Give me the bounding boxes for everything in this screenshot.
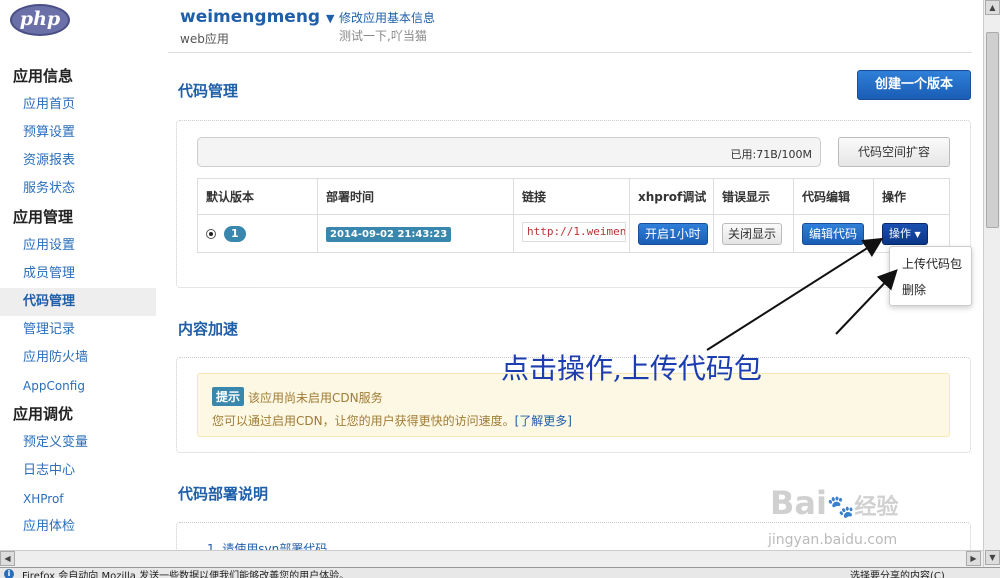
annotation-text: 点击操作,上传代码包 <box>501 352 762 385</box>
baidu-jingyan-watermark: Bai🐾经验 jingyan.baidu.com <box>762 470 952 550</box>
share-choice-button[interactable]: 选择要分享的内容(C) <box>850 568 945 578</box>
scroll-left-icon[interactable]: ◀ <box>0 551 15 566</box>
watermark-brand: Bai🐾经验 <box>770 484 899 522</box>
page: php weimengmeng ▼ web应用 修改应用基本信息 测试一下,吖当… <box>0 0 1000 578</box>
scroll-right-icon[interactable]: ▶ <box>966 551 981 566</box>
notification-message: Firefox 会自动向 Mozilla 发送一些数据以便我们能够改善您的用户体… <box>22 571 350 578</box>
scroll-up-icon[interactable]: ▲ <box>985 0 1000 15</box>
horizontal-scrollbar[interactable]: ◀ ▶ <box>0 550 983 567</box>
vertical-scroll-thumb[interactable] <box>986 32 999 228</box>
vertical-scrollbar[interactable]: ▲ ▼ <box>983 0 1000 567</box>
arrow-to-upload-icon <box>835 269 898 335</box>
arrow-to-actions-icon <box>706 237 884 351</box>
info-icon: i <box>4 569 14 578</box>
watermark-url: jingyan.baidu.com <box>768 532 898 548</box>
scroll-down-icon[interactable]: ▼ <box>985 550 1000 565</box>
browser-notification-bar: i Firefox 会自动向 Mozilla 发送一些数据以便我们能够改善您的用… <box>0 567 1000 578</box>
